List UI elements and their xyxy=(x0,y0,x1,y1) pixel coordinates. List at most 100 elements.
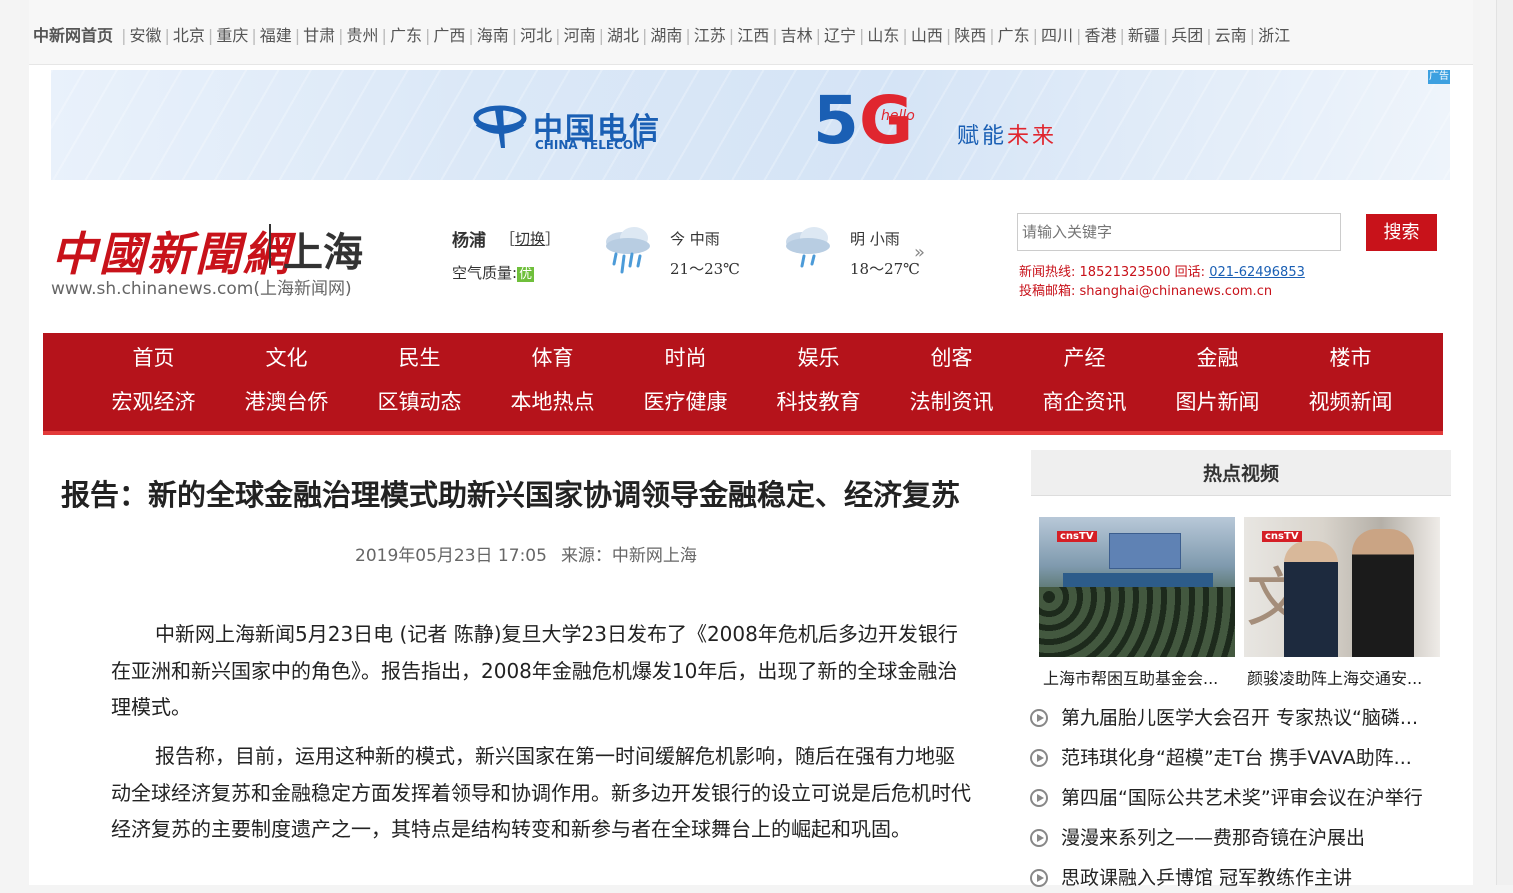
nav-item[interactable]: 法制资讯 xyxy=(885,380,1018,424)
search-input[interactable] xyxy=(1017,213,1341,251)
region-link[interactable]: 贵州 xyxy=(347,26,379,45)
region-separator: | xyxy=(468,26,474,45)
region-link[interactable]: 云南 xyxy=(1215,26,1247,45)
video-thumbnail[interactable]: 文 cnsTV xyxy=(1244,517,1440,657)
region-link[interactable]: 海南 xyxy=(477,26,509,45)
video-list-item[interactable]: 第四届“国际公共艺术奖”评审会议在沪举行 xyxy=(1030,783,1470,813)
region-separator: | xyxy=(294,26,301,45)
region-link[interactable]: 重庆 xyxy=(216,26,248,45)
region-link[interactable]: 辽宁 xyxy=(824,26,856,45)
region-link[interactable]: 湖南 xyxy=(650,26,682,45)
article-paragraph: 报告称，目前，运用这种新的模式，新兴国家在第一时间缓解危机影响，随后在强有力地驱… xyxy=(111,744,971,841)
nav-item[interactable]: 本地热点 xyxy=(486,380,619,424)
region-link[interactable]: 广东 xyxy=(390,26,422,45)
region-separator: | xyxy=(902,26,908,45)
region-separator: | xyxy=(685,26,691,45)
video-caption[interactable]: 颜骏凌助阵上海交通安... xyxy=(1247,665,1447,689)
banner-ad[interactable]: 广告 中国电信 CHINA TELECOM 5G hello 赋能未来 xyxy=(51,70,1450,180)
weather-switch[interactable]: ［切换］ xyxy=(500,228,560,249)
region-separator: | xyxy=(164,26,170,45)
nav-item[interactable]: 娱乐 xyxy=(752,336,885,380)
fax-link[interactable]: 021-62496853 xyxy=(1209,265,1305,280)
ad-slogan: 赋能未来 xyxy=(957,124,1058,149)
weather-location: 杨浦 xyxy=(452,231,486,251)
region-link[interactable]: 湖北 xyxy=(607,26,639,45)
region-separator: | xyxy=(207,26,214,45)
region-separator: | xyxy=(1032,26,1039,45)
nav-item[interactable]: 首页 xyxy=(87,336,220,380)
play-icon xyxy=(1030,749,1048,767)
region-separator: | xyxy=(1076,26,1082,45)
nav-item[interactable]: 文化 xyxy=(220,336,353,380)
rain-cloud-icon xyxy=(786,227,830,268)
nav-item[interactable]: 创客 xyxy=(885,336,1018,380)
region-link[interactable]: 山西 xyxy=(911,26,943,45)
region-link[interactable]: 甘肃 xyxy=(303,26,335,45)
region-link[interactable]: 广东 xyxy=(998,26,1030,45)
nav-row-2: 宏观经济 港澳台侨 区镇动态 本地热点 医疗健康 科技教育 法制资讯 商企资讯 图片新闻 视频新闻 xyxy=(43,380,1443,424)
search-button[interactable]: 搜索 xyxy=(1366,214,1437,251)
nav-item[interactable]: 港澳台侨 xyxy=(220,380,353,424)
air-quality-badge: 优 xyxy=(517,267,535,282)
site-logo[interactable]: 中國新聞網 上海 www.sh.chinanews.com(上海新闻网) xyxy=(51,218,381,299)
nav-item[interactable]: 金融 xyxy=(1151,336,1284,380)
nav-item[interactable]: 楼市 xyxy=(1284,336,1417,380)
region-link[interactable]: 江西 xyxy=(737,26,769,45)
region-link[interactable]: 吉林 xyxy=(781,26,813,45)
nav-item[interactable]: 民生 xyxy=(353,336,486,380)
video-list-title: 思政课融入乒博馆 冠军教练作主讲 xyxy=(1061,867,1353,889)
play-icon xyxy=(1030,829,1048,847)
region-separator: | xyxy=(511,26,518,45)
region-separator: | xyxy=(945,26,952,45)
video-list-item[interactable]: 思政课融入乒博馆 冠军教练作主讲 xyxy=(1030,863,1470,893)
region-separator: | xyxy=(424,26,431,45)
region-link[interactable]: 陕西 xyxy=(954,26,986,45)
nav-item[interactable]: 图片新闻 xyxy=(1151,380,1284,424)
weather-more-icon[interactable]: » xyxy=(914,242,925,263)
region-link[interactable]: 香港 xyxy=(1084,26,1116,45)
nav-item[interactable]: 科技教育 xyxy=(752,380,885,424)
video-list-item[interactable]: 第九届胎儿医学大会召开 专家热议“脑磷... xyxy=(1030,703,1470,733)
article-source: 来源：中新网上海 xyxy=(560,546,697,566)
nav-item[interactable]: 时尚 xyxy=(619,336,752,380)
video-list-item[interactable]: 范玮琪化身“超模”走T台 携手VAVA助阵... xyxy=(1030,743,1470,773)
region-link[interactable]: 浙江 xyxy=(1258,26,1290,45)
article-paragraph: 中新网上海新闻5月23日电 (记者 陈静)复旦大学23日发布了《2008年危机后… xyxy=(111,622,958,719)
nav-item[interactable]: 商企资讯 xyxy=(1018,380,1151,424)
video-caption[interactable]: 上海市帮困互助基金会... xyxy=(1043,665,1243,689)
ad-badge: 广告 xyxy=(1428,70,1450,84)
region-link[interactable]: 山东 xyxy=(867,26,899,45)
region-bar: 中新网首页 | 安徽 | 北京 | 重庆 | 福建 | 甘肃 | 贵州 | 广东 | 广西 | 海南 | 河北 | 河南 |… xyxy=(29,0,1473,65)
nav-item[interactable]: 宏观经济 xyxy=(87,380,220,424)
region-separator: | xyxy=(1206,26,1212,45)
play-icon xyxy=(1030,789,1048,807)
region-link[interactable]: 河北 xyxy=(520,26,552,45)
region-link[interactable]: 北京 xyxy=(173,26,205,45)
region-link[interactable]: 四川 xyxy=(1041,26,1073,45)
article-date: 2019年05月23日 17:05 xyxy=(355,546,547,566)
video-list-title: 第四届“国际公共艺术奖”评审会议在沪举行 xyxy=(1061,787,1423,809)
hot-video-title: 热点视频 xyxy=(1202,463,1279,485)
home-link[interactable]: 中新网首页 xyxy=(33,26,113,45)
scrollbar[interactable] xyxy=(1496,0,1513,885)
submit-email: 投稿邮箱: shanghai@chinanews.com.cn xyxy=(1019,284,1273,299)
video-list-title: 范玮琪化身“超模”走T台 携手VAVA助阵... xyxy=(1061,747,1412,769)
region-separator: | xyxy=(641,26,648,45)
nav-row-1: 首页 文化 民生 体育 时尚 娱乐 创客 产经 金融 楼市 xyxy=(43,336,1443,380)
nav-item[interactable]: 体育 xyxy=(486,336,619,380)
region-link[interactable]: 新疆 xyxy=(1128,26,1160,45)
video-list-item[interactable]: 漫漫来系列之——费那奇镜在沪展出 xyxy=(1030,823,1470,853)
region-separator: | xyxy=(815,26,821,45)
video-thumbnail[interactable]: cnsTV xyxy=(1039,517,1235,657)
region-link[interactable]: 河南 xyxy=(564,26,596,45)
nav-item[interactable]: 产经 xyxy=(1018,336,1151,380)
nav-item[interactable]: 区镇动态 xyxy=(353,380,486,424)
region-link[interactable]: 福建 xyxy=(260,26,292,45)
nav-item[interactable]: 视频新闻 xyxy=(1284,380,1417,424)
region-link[interactable]: 广西 xyxy=(433,26,465,45)
region-link[interactable]: 安徽 xyxy=(130,26,162,45)
region-link[interactable]: 兵团 xyxy=(1171,26,1203,45)
nav-item[interactable]: 医疗健康 xyxy=(619,380,752,424)
region-separator: | xyxy=(381,26,387,45)
region-link[interactable]: 江苏 xyxy=(694,26,726,45)
